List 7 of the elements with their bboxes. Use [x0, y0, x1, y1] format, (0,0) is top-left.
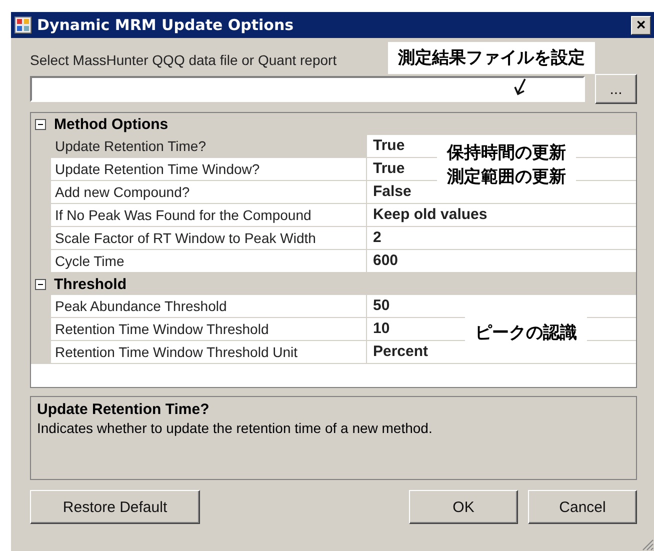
description-text: Indicates whether to update the retention time of a new method.: [37, 420, 434, 436]
category-label: Method Options: [54, 116, 168, 132]
description-title: Update Retention Time?: [37, 401, 210, 418]
category-label: Threshold: [54, 276, 127, 292]
annotation-text: 測定結果ファイルを設定: [398, 47, 585, 70]
file-label: Select MassHunter QQQ data file or Quant report: [30, 52, 337, 68]
window-title: Dynamic MRM Update Options: [37, 16, 295, 34]
